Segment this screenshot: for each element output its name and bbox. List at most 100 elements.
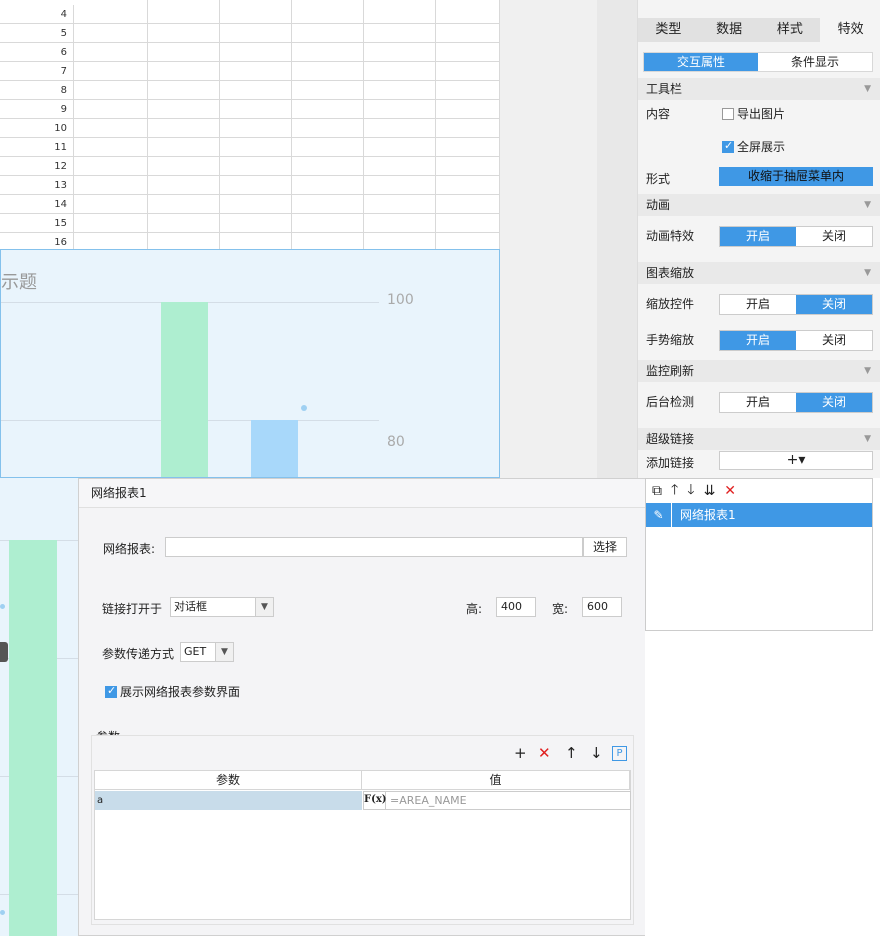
table-row[interactable]: 13 [0,176,500,195]
section-title: 工具栏 [646,82,683,96]
move-up-icon[interactable]: 🡑 [671,479,678,503]
row-number: 15 [0,214,74,233]
canvas-margin [500,0,597,478]
checkbox-checked-icon[interactable] [105,684,117,698]
chart-point[interactable] [301,405,307,411]
param-name-cell[interactable]: a [95,791,362,810]
chart-bar[interactable] [251,420,298,477]
chart-point[interactable] [0,604,5,609]
collapse-icon[interactable]: ▼ [864,262,871,284]
section-title: 动画 [646,198,671,212]
toggle-off[interactable]: 关闭 [796,393,872,412]
collapse-handle[interactable] [0,642,8,662]
edit-icon[interactable]: ✎ [646,503,672,527]
chevron-down-icon[interactable]: ▼ [215,643,233,661]
row-number: 10 [0,119,74,138]
export-image-checkbox[interactable]: 导出图片 [722,105,785,122]
spreadsheet-grid[interactable]: 4 5 6 7 8 9 10 11 12 13 14 15 16 [0,0,500,252]
param-p-icon[interactable]: P [612,746,627,761]
collapse-icon[interactable]: ▼ [864,360,871,382]
zoom-control-label: 缩放控件 [646,297,695,311]
table-row[interactable]: 14 [0,195,500,214]
section-hyperlink[interactable]: 超级链接 ▼ [638,428,880,450]
tab-effects[interactable]: 特效 [820,18,880,42]
table-row[interactable]: 12 [0,157,500,176]
toggle-on[interactable]: 开启 [720,331,796,350]
chart-widget[interactable]: 示题 100 80 [0,249,500,478]
collapse-icon[interactable]: ▼ [864,194,871,216]
width-input[interactable]: 600 [582,597,622,617]
animation-toggle: 开启 关闭 [719,226,873,247]
param-value-cell[interactable]: F(x) =AREA_NAME [363,791,631,810]
table-row[interactable]: 6 [0,43,500,62]
move-up-icon[interactable]: ↑ [565,744,578,762]
formula-icon[interactable]: F(x) [364,792,387,809]
chevron-down-icon[interactable]: ▼ [255,598,273,616]
gesture-zoom-toggle: 开启 关闭 [719,330,873,351]
toggle-off[interactable]: 关闭 [796,295,872,314]
table-row[interactable]: 10 [0,119,500,138]
table-row[interactable]: 8 [0,81,500,100]
add-icon[interactable]: + [514,744,527,762]
checkbox-checked-icon[interactable] [722,139,734,153]
property-panel: 类型 数据 样式 特效 交互属性 条件显示 工具栏▼ 内容 导出图片 全屏展示 … [637,0,880,478]
row-number: 5 [0,24,74,43]
delete-icon[interactable]: ✕ [538,744,551,762]
row-number: 14 [0,195,74,214]
toggle-off[interactable]: 关闭 [796,331,872,350]
chart-bar[interactable] [161,302,208,477]
move-down-icon[interactable]: ↓ [590,744,603,762]
section-title: 监控刷新 [646,364,695,378]
add-link-button[interactable]: +▾ [719,451,873,470]
copy-icon[interactable]: ⧉ [652,483,662,499]
section-chart-zoom[interactable]: 图表缩放 ▼ [638,262,880,284]
checkbox-icon[interactable] [722,108,734,120]
zoom-control-toggle: 开启 关闭 [719,294,873,315]
width-label: 宽: [552,602,569,616]
panel-tabs: 类型 数据 样式 特效 [638,18,880,42]
toggle-on[interactable]: 开启 [720,227,796,246]
table-row[interactable]: 9 [0,100,500,119]
open-in-value: 对话框 [174,600,207,613]
table-row[interactable]: 7 [0,62,500,81]
open-in-select[interactable]: 对话框 ▼ [170,597,274,617]
move-bottom-icon[interactable]: ⇊ [704,483,716,499]
delete-icon[interactable]: ✕ [724,483,736,499]
param-method-label: 参数传递方式 [102,647,175,661]
row-number: 7 [0,62,74,81]
height-input[interactable]: 400 [496,597,536,617]
select-button[interactable]: 选择 [583,537,627,557]
move-down-icon[interactable]: 🡓 [687,479,694,503]
tab-data[interactable]: 数据 [699,18,760,42]
content-label: 内容 [646,107,671,121]
subtab-interaction[interactable]: 交互属性 [644,53,758,71]
toggle-on[interactable]: 开启 [720,295,796,314]
section-toolbar[interactable]: 工具栏 ▼ [638,78,880,100]
fullscreen-checkbox[interactable]: 全屏展示 [722,138,785,155]
param-method-value: GET [184,645,207,658]
collapse-icon[interactable]: ▼ [864,78,871,100]
animation-label: 动画特效 [646,229,695,243]
panel-background [645,631,880,936]
chart-title: 示题 [1,272,37,293]
form-select[interactable]: 收缩于抽屉菜单内 [719,167,873,186]
table-row[interactable]: 4 [0,5,500,24]
section-animation[interactable]: 动画 ▼ [638,194,880,216]
section-monitor-refresh[interactable]: 监控刷新 ▼ [638,360,880,382]
table-row[interactable]: 15 [0,214,500,233]
report-input[interactable] [165,537,583,557]
table-row[interactable]: 5 [0,24,500,43]
chart-point[interactable] [0,910,5,915]
tab-style[interactable]: 样式 [760,18,821,42]
collapse-icon[interactable]: ▼ [864,428,871,450]
table-row[interactable]: 11 [0,138,500,157]
tab-type[interactable]: 类型 [638,18,699,42]
list-item[interactable]: ✎ 网络报表1 [646,503,872,527]
background-check-toggle: 开启 关闭 [719,392,873,413]
subtab-condition[interactable]: 条件显示 [758,53,872,71]
chart-bar[interactable] [9,540,57,936]
toggle-on[interactable]: 开启 [720,393,796,412]
toggle-off[interactable]: 关闭 [796,227,872,246]
show-params-checkbox[interactable]: 展示网络报表参数界面 [105,683,240,700]
param-method-select[interactable]: GET ▼ [180,642,234,662]
